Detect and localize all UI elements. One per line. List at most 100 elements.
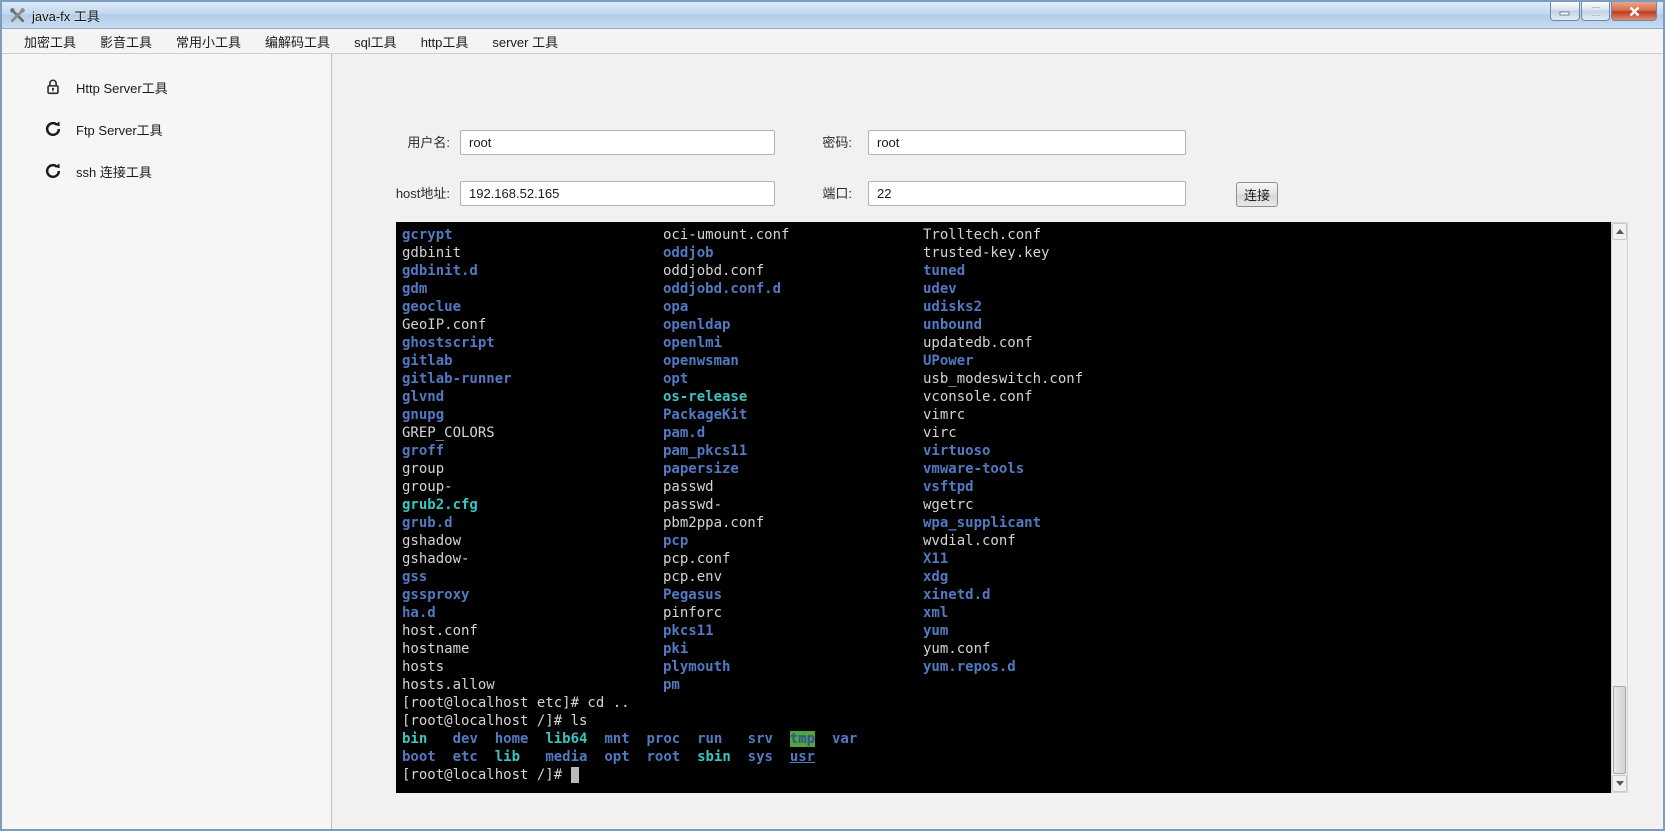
password-input[interactable] (868, 130, 1186, 155)
terminal-entry: gshadow (402, 532, 512, 550)
terminal-entry: virc (923, 424, 1083, 442)
terminal-entry: wvdial.conf (923, 532, 1083, 550)
minimize-button[interactable] (1550, 2, 1580, 21)
terminal-entry: openldap (663, 316, 789, 334)
menu-item[interactable]: 编解码工具 (253, 29, 342, 54)
sync-icon (44, 120, 62, 138)
minimize-icon (1559, 7, 1571, 16)
username-input[interactable] (460, 130, 775, 155)
terminal-entry: udisks2 (923, 298, 1083, 316)
lock-icon (44, 78, 62, 96)
terminal-entry: pam.d (663, 424, 789, 442)
terminal-line: bin dev home lib64 mnt proc run srv tmp … (402, 730, 1611, 748)
arrow-up-icon (1616, 229, 1624, 234)
terminal-entry: geoclue (402, 298, 512, 316)
terminal-entry: gdm (402, 280, 512, 298)
port-input[interactable] (868, 181, 1186, 206)
terminal-entry: wgetrc (923, 496, 1083, 514)
arrow-down-icon (1616, 781, 1624, 786)
sidebar-item-label: ssh 连接工具 (76, 162, 152, 181)
terminal-entry: vmware-tools (923, 460, 1083, 478)
restore-button[interactable] (1581, 2, 1610, 21)
ssh-terminal: gcryptgdbinitgdbinit.dgdmgeoclueGeoIP.co… (396, 222, 1628, 793)
menu-item[interactable]: 影音工具 (88, 29, 164, 54)
close-icon (1628, 6, 1641, 17)
terminal-entry: plymouth (663, 658, 789, 676)
app-body: Http Server工具 Ftp Server工具 ssh 连接工具 用户名: 密… (2, 54, 1663, 831)
terminal-entry: gitlab-runner (402, 370, 512, 388)
sidebar-item-http-server[interactable]: Http Server工具 (2, 66, 331, 108)
terminal-entry: pcp.env (663, 568, 789, 586)
terminal-entry: group- (402, 478, 512, 496)
terminal-entry: updatedb.conf (923, 334, 1083, 352)
terminal-entry: trusted-key.key (923, 244, 1083, 262)
scroll-up-button[interactable] (1612, 223, 1627, 240)
terminal-entry: vimrc (923, 406, 1083, 424)
terminal-entry: ghostscript (402, 334, 512, 352)
terminal-entry: unbound (923, 316, 1083, 334)
terminal-entry: grub.d (402, 514, 512, 532)
terminal-screen[interactable]: gcryptgdbinitgdbinit.dgdmgeoclueGeoIP.co… (396, 222, 1611, 793)
terminal-entry: gdbinit.d (402, 262, 512, 280)
menu-item[interactable]: 常用小工具 (164, 29, 253, 54)
terminal-entry: tuned (923, 262, 1083, 280)
terminal-entry: udev (923, 280, 1083, 298)
menu-item[interactable]: sql工具 (342, 29, 409, 54)
terminal-entry: pinforc (663, 604, 789, 622)
terminal-entry: xdg (923, 568, 1083, 586)
terminal-entry: Pegasus (663, 586, 789, 604)
sidebar-item-ftp-server[interactable]: Ftp Server工具 (2, 108, 331, 150)
terminal-entry: yum.repos.d (923, 658, 1083, 676)
terminal-entry: xinetd.d (923, 586, 1083, 604)
menu-bar: 加密工具影音工具常用小工具编解码工具sql工具http工具server 工具 (2, 29, 1663, 54)
terminal-scrollbar[interactable] (1611, 222, 1628, 793)
terminal-entry: hosts.allow (402, 676, 512, 694)
sync-icon (44, 162, 62, 180)
menu-item[interactable]: server 工具 (480, 29, 570, 54)
host-input[interactable] (460, 181, 775, 206)
terminal-entry: GREP_COLORS (402, 424, 512, 442)
terminal-entry: gcrypt (402, 226, 512, 244)
port-label: 端口: (763, 181, 852, 207)
connect-button[interactable]: 连接 (1236, 182, 1278, 207)
terminal-entry: wpa_supplicant (923, 514, 1083, 532)
terminal-lines: [root@localhost etc]# cd ..[root@localho… (402, 694, 1611, 784)
terminal-entry: passwd (663, 478, 789, 496)
terminal-line: boot etc lib media opt root sbin sys usr (402, 748, 1611, 766)
title-bar[interactable]: java-fx 工具 (2, 2, 1663, 29)
terminal-entry: gss (402, 568, 512, 586)
terminal-entry: virtuoso (923, 442, 1083, 460)
terminal-entry: os-release (663, 388, 789, 406)
close-button[interactable] (1611, 2, 1657, 21)
terminal-entry: pcp (663, 532, 789, 550)
host-label: host地址: (361, 181, 450, 207)
sidebar-item-label: Ftp Server工具 (76, 120, 163, 139)
terminal-entry: yum.conf (923, 640, 1083, 658)
app-window: java-fx 工具 加密工具影音工具常用小工具编解码工具s (0, 0, 1665, 831)
terminal-entry: gitlab (402, 352, 512, 370)
terminal-entry: pki (663, 640, 789, 658)
terminal-entry: groff (402, 442, 512, 460)
menu-item[interactable]: http工具 (409, 29, 481, 54)
username-label: 用户名: (361, 130, 450, 156)
terminal-entry: pm (663, 676, 789, 694)
terminal-entry: opa (663, 298, 789, 316)
terminal-entry: gshadow- (402, 550, 512, 568)
window-title: java-fx 工具 (32, 6, 100, 25)
terminal-entry: Trolltech.conf (923, 226, 1083, 244)
terminal-line: [root@localhost /]# ls (402, 712, 1611, 730)
sidebar-item-ssh-connect[interactable]: ssh 连接工具 (2, 150, 331, 192)
scroll-down-button[interactable] (1612, 775, 1627, 792)
terminal-entry: hosts (402, 658, 512, 676)
menu-item[interactable]: 加密工具 (12, 29, 88, 54)
terminal-entry: pcp.conf (663, 550, 789, 568)
app-icon (9, 7, 26, 24)
terminal-column-0: gcryptgdbinitgdbinit.dgdmgeoclueGeoIP.co… (402, 226, 512, 694)
terminal-entry: passwd- (663, 496, 789, 514)
terminal-entry: pbm2ppa.conf (663, 514, 789, 532)
terminal-entry: openlmi (663, 334, 789, 352)
password-label: 密码: (763, 130, 852, 156)
scrollbar-thumb[interactable] (1613, 686, 1626, 774)
terminal-entry: group (402, 460, 512, 478)
sidebar: Http Server工具 Ftp Server工具 ssh 连接工具 (2, 54, 332, 831)
